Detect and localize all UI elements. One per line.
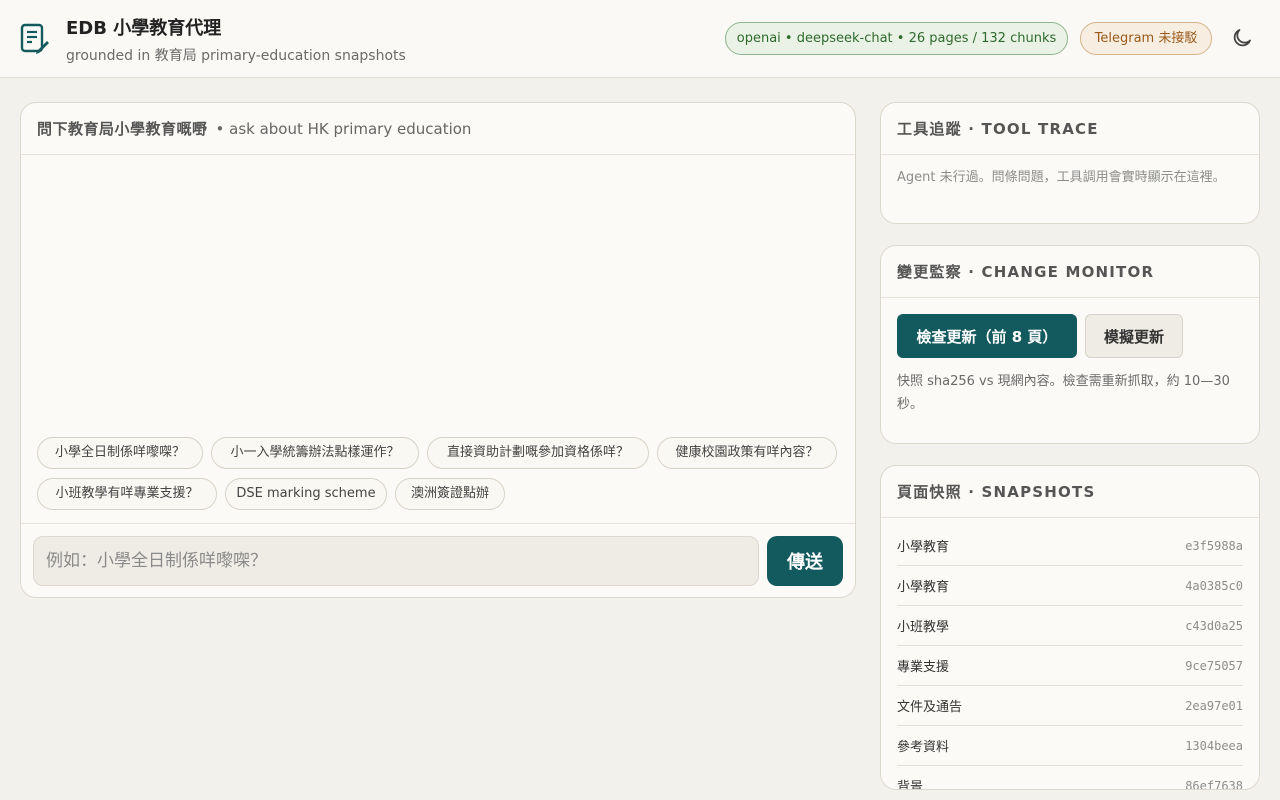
snapshot-hash: 86ef7638 (1185, 778, 1243, 790)
app-title: EDB 小學教育代理 (66, 18, 222, 39)
send-button[interactable]: 傳送 (767, 536, 843, 586)
chat-messages (21, 155, 855, 425)
tool-trace-title: 工具追蹤 · TOOL TRACE (897, 120, 1099, 138)
model-status-badge: openai • deepseek-chat • 26 pages / 132 … (725, 22, 1068, 55)
chat-subtitle: • ask about HK primary education (215, 119, 472, 138)
snapshot-row[interactable]: 小學教育 4a0385c0 (897, 566, 1243, 606)
suggestion-chip[interactable]: 小學全日制係咩嚟㗎？ (37, 437, 203, 469)
change-monitor-panel: 變更監察 · CHANGE MONITOR 檢查更新（前 8 頁） 模擬更新 快… (880, 245, 1260, 444)
snapshot-name: 背景 (897, 780, 924, 790)
tool-trace-header: 工具追蹤 · TOOL TRACE (881, 103, 1259, 155)
snapshot-row[interactable]: 小學教育 e3f5988a (897, 526, 1243, 566)
snapshot-row[interactable]: 小班教學 c43d0a25 (897, 606, 1243, 646)
snapshot-list: 小學教育 e3f5988a 小學教育 4a0385c0 小班教學 c43d0a2… (881, 518, 1259, 790)
change-monitor-note: 快照 sha256 vs 現網內容。檢查需重新抓取，約 10—30 秒。 (897, 374, 1230, 412)
app-header: EDB 小學教育代理 grounded in 教育局 primary-educa… (0, 0, 1280, 78)
check-updates-button[interactable]: 檢查更新（前 8 頁） (897, 314, 1077, 358)
snapshots-header: 頁面快照 · SNAPSHOTS (881, 466, 1259, 518)
snapshot-name: 專業支援 (897, 660, 950, 675)
snapshot-hash: 2ea97e01 (1185, 698, 1243, 713)
snapshot-row[interactable]: 參考資料 1304beea (897, 726, 1243, 766)
chat-composer: 傳送 (21, 523, 855, 597)
suggestion-chip[interactable]: 直接資助計劃嘅參加資格係咩？ (427, 437, 649, 469)
simulate-update-button[interactable]: 模擬更新 (1085, 314, 1183, 358)
document-edit-icon (20, 23, 49, 54)
suggestion-chip[interactable]: 小班教學有咩專業支援？ (37, 478, 217, 510)
snapshots-title: 頁面快照 · SNAPSHOTS (897, 483, 1096, 501)
snapshot-name: 參考資料 (897, 740, 950, 755)
chat-input[interactable] (33, 536, 759, 586)
snapshot-hash: 4a0385c0 (1185, 578, 1243, 593)
snapshot-row[interactable]: 文件及通告 2ea97e01 (897, 686, 1243, 726)
suggestion-chip[interactable]: DSE marking scheme (225, 478, 387, 510)
tool-trace-panel: 工具追蹤 · TOOL TRACE Agent 未行過。問條問題，工具調用會實時… (880, 102, 1260, 224)
moon-icon[interactable] (1230, 26, 1254, 50)
chat-panel: 問下教育局小學教育嘅嘢 • ask about HK primary educa… (20, 102, 856, 598)
snapshot-name: 文件及通告 (897, 700, 963, 715)
app-subtitle: grounded in 教育局 primary-education snapsh… (66, 48, 406, 64)
suggestion-chip[interactable]: 健康校園政策有咩內容？ (657, 437, 837, 469)
chat-title: 問下教育局小學教育嘅嘢 (37, 120, 208, 138)
chat-header: 問下教育局小學教育嘅嘢 • ask about HK primary educa… (21, 103, 855, 155)
snapshot-hash: e3f5988a (1185, 538, 1243, 553)
snapshot-name: 小學教育 (897, 580, 950, 595)
change-monitor-header: 變更監察 · CHANGE MONITOR (881, 246, 1259, 298)
tool-trace-empty-text: Agent 未行過。問條問題，工具調用會實時顯示在這裡。 (897, 170, 1226, 185)
suggestion-chip[interactable]: 小一入學統籌辦法點樣運作？ (211, 437, 419, 469)
snapshot-row[interactable]: 專業支援 9ce75057 (897, 646, 1243, 686)
snapshots-panel: 頁面快照 · SNAPSHOTS 小學教育 e3f5988a 小學教育 4a03… (880, 465, 1260, 790)
change-monitor-title: 變更監察 · CHANGE MONITOR (897, 263, 1155, 281)
snapshot-hash: 9ce75057 (1185, 658, 1243, 673)
suggestion-chip[interactable]: 澳洲簽證點辦 (395, 478, 505, 510)
snapshot-name: 小學教育 (897, 540, 950, 555)
snapshot-hash: 1304beea (1185, 738, 1243, 753)
telegram-status-badge: Telegram 未接駁 (1080, 22, 1212, 55)
snapshot-row[interactable]: 背景 86ef7638 (897, 766, 1243, 790)
snapshot-hash: c43d0a25 (1185, 618, 1243, 633)
snapshot-name: 小班教學 (897, 620, 950, 635)
